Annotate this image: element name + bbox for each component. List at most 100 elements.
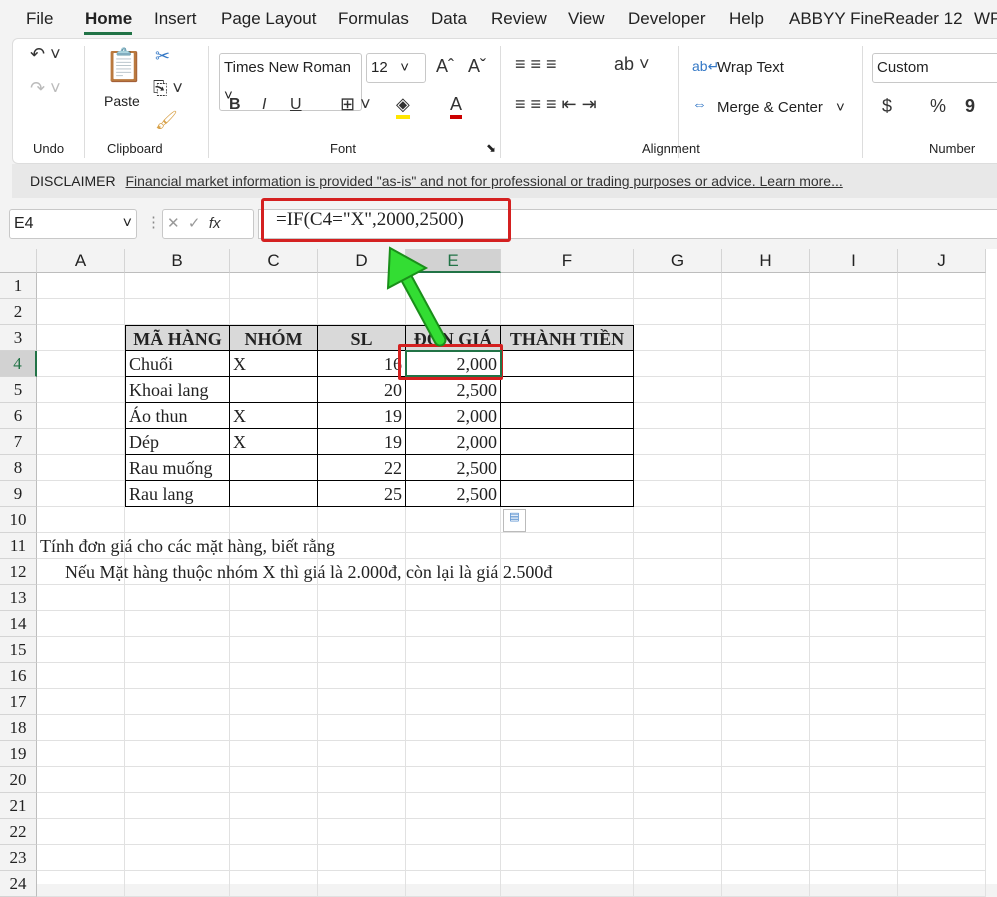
cell[interactable] bbox=[722, 351, 810, 377]
cell[interactable] bbox=[37, 793, 125, 819]
row-header-21[interactable]: 21 bbox=[0, 793, 37, 819]
row-header-22[interactable]: 22 bbox=[0, 819, 37, 845]
table-cell[interactable]: 16 bbox=[318, 351, 406, 377]
row-header-5[interactable]: 5 bbox=[0, 377, 37, 403]
cell[interactable] bbox=[634, 559, 722, 585]
table-cell[interactable]: 22 bbox=[318, 455, 406, 481]
cell[interactable] bbox=[810, 559, 898, 585]
table-cell[interactable]: 20 bbox=[318, 377, 406, 403]
cell[interactable] bbox=[501, 585, 634, 611]
cell[interactable] bbox=[37, 377, 125, 403]
cell[interactable] bbox=[230, 767, 318, 793]
cell[interactable] bbox=[318, 637, 406, 663]
cell[interactable] bbox=[125, 871, 230, 897]
table-cell[interactable] bbox=[501, 403, 634, 429]
format-painter-icon[interactable]: 🖌 bbox=[155, 110, 178, 131]
row-header-16[interactable]: 16 bbox=[0, 663, 37, 689]
tab-wp[interactable]: WP bbox=[974, 9, 997, 29]
paste-button[interactable]: Paste bbox=[104, 93, 140, 109]
cell[interactable] bbox=[406, 507, 501, 533]
row-header-14[interactable]: 14 bbox=[0, 611, 37, 637]
table-cell[interactable]: Dép bbox=[125, 429, 230, 455]
cell[interactable] bbox=[37, 455, 125, 481]
note-line-2[interactable]: Nếu Mặt hàng thuộc nhóm X thì giá là 2.0… bbox=[62, 559, 555, 585]
cell[interactable] bbox=[37, 273, 125, 299]
cell[interactable] bbox=[37, 585, 125, 611]
table-cell[interactable]: 2,500 bbox=[406, 377, 501, 403]
cell[interactable] bbox=[810, 637, 898, 663]
cell[interactable] bbox=[898, 507, 986, 533]
cell[interactable] bbox=[230, 689, 318, 715]
cell[interactable] bbox=[37, 325, 125, 351]
cell[interactable] bbox=[722, 663, 810, 689]
table-cell[interactable]: X bbox=[230, 351, 318, 377]
cell[interactable] bbox=[634, 741, 722, 767]
cell[interactable] bbox=[230, 507, 318, 533]
cell[interactable] bbox=[125, 585, 230, 611]
cell[interactable] bbox=[406, 819, 501, 845]
table-cell[interactable] bbox=[501, 377, 634, 403]
cell[interactable] bbox=[810, 325, 898, 351]
cell[interactable] bbox=[318, 715, 406, 741]
disclaimer-link[interactable]: Financial market information is provided… bbox=[125, 173, 842, 189]
cell[interactable] bbox=[37, 871, 125, 897]
align-top-icon[interactable]: ≡ ≡ ≡ bbox=[515, 54, 557, 75]
cell[interactable] bbox=[37, 429, 125, 455]
cell[interactable] bbox=[501, 767, 634, 793]
cell[interactable] bbox=[501, 793, 634, 819]
cell[interactable] bbox=[810, 481, 898, 507]
cell[interactable] bbox=[722, 845, 810, 871]
select-all-corner[interactable] bbox=[0, 249, 37, 273]
enter-icon[interactable]: ✓ bbox=[188, 215, 201, 232]
cell[interactable] bbox=[125, 507, 230, 533]
wrap-text-icon[interactable]: ab↵ bbox=[692, 58, 719, 75]
table-cell[interactable]: 2,500 bbox=[406, 481, 501, 507]
row-header-17[interactable]: 17 bbox=[0, 689, 37, 715]
cell[interactable] bbox=[898, 689, 986, 715]
cell[interactable] bbox=[230, 663, 318, 689]
row-header-10[interactable]: 10 bbox=[0, 507, 37, 533]
cell[interactable] bbox=[37, 507, 125, 533]
tab-home[interactable]: Home bbox=[85, 9, 132, 29]
row-header-19[interactable]: 19 bbox=[0, 741, 37, 767]
cell[interactable] bbox=[898, 403, 986, 429]
cell[interactable] bbox=[898, 429, 986, 455]
cell[interactable] bbox=[318, 689, 406, 715]
cell[interactable] bbox=[722, 767, 810, 793]
tab-help[interactable]: Help bbox=[729, 9, 764, 29]
increase-font-icon[interactable]: Aˆ bbox=[436, 56, 454, 77]
cell[interactable] bbox=[37, 351, 125, 377]
row-header-6[interactable]: 6 bbox=[0, 403, 37, 429]
row-header-4[interactable]: 4 bbox=[0, 351, 37, 377]
cell[interactable] bbox=[722, 507, 810, 533]
cell[interactable] bbox=[318, 663, 406, 689]
cell[interactable] bbox=[37, 481, 125, 507]
cell[interactable] bbox=[810, 507, 898, 533]
cell[interactable] bbox=[501, 845, 634, 871]
tab-developer[interactable]: Developer bbox=[628, 9, 706, 29]
column-header-I[interactable]: I bbox=[810, 249, 898, 273]
cell[interactable] bbox=[722, 533, 810, 559]
cell[interactable] bbox=[501, 689, 634, 715]
undo-icon[interactable]: ↶ ˅ bbox=[30, 44, 61, 65]
row-header-3[interactable]: 3 bbox=[0, 325, 37, 351]
row-header-20[interactable]: 20 bbox=[0, 767, 37, 793]
cell[interactable] bbox=[722, 299, 810, 325]
cell[interactable] bbox=[722, 793, 810, 819]
cell[interactable] bbox=[810, 689, 898, 715]
table-cell[interactable]: 2,000 bbox=[406, 403, 501, 429]
active-cell-E4[interactable] bbox=[405, 350, 502, 377]
cell[interactable] bbox=[406, 845, 501, 871]
cell[interactable] bbox=[722, 455, 810, 481]
cell[interactable] bbox=[230, 611, 318, 637]
cell[interactable] bbox=[501, 533, 634, 559]
cell[interactable] bbox=[37, 819, 125, 845]
cell[interactable] bbox=[230, 741, 318, 767]
cell[interactable] bbox=[125, 273, 230, 299]
cell[interactable] bbox=[230, 715, 318, 741]
cell[interactable] bbox=[501, 299, 634, 325]
cell[interactable] bbox=[810, 793, 898, 819]
cell[interactable] bbox=[634, 507, 722, 533]
cell[interactable] bbox=[125, 819, 230, 845]
cell[interactable] bbox=[898, 351, 986, 377]
